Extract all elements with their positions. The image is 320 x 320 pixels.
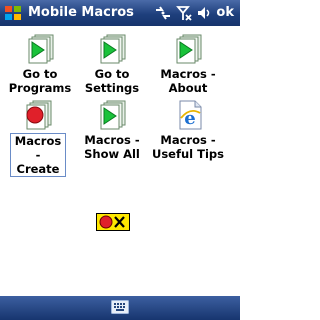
macros-show-all-item[interactable]: Macros - Show All [74,97,150,161]
macro-play-icon [100,100,126,130]
item-label: Macros - Useful Tips [152,133,224,161]
item-label: Go to Settings [84,67,140,95]
macro-play-icon [28,34,54,64]
macros-about-item[interactable]: Macros - About [150,31,226,95]
record-stop-icon[interactable] [96,213,130,231]
macros-useful-tips-item[interactable]: e Macros - Useful Tips [150,97,226,161]
item-label: Go to Programs [8,67,72,95]
macro-play-icon [100,34,126,64]
keyboard-icon[interactable] [111,300,129,314]
macros-create-item[interactable]: Macros - Create [0,97,76,177]
window-title: Mobile Macros [28,5,134,20]
go-to-settings-item[interactable]: Go to Settings [74,31,150,95]
item-label: Macros - About [160,67,216,95]
volume-icon[interactable] [196,4,212,22]
windows-start-icon[interactable] [3,3,23,23]
ok-button[interactable]: ok [216,5,234,20]
title-bar: Mobile Macros ok [0,0,240,26]
macro-play-icon [176,34,202,64]
signal-off-icon[interactable] [176,4,192,22]
connectivity-icon[interactable] [154,4,172,22]
record-icon [26,100,52,130]
internet-explorer-icon: e [179,100,202,130]
item-label: Macros - Show All [84,133,140,161]
go-to-programs-item[interactable]: Go to Programs [2,31,78,95]
item-label: Macros - Create [10,133,66,177]
